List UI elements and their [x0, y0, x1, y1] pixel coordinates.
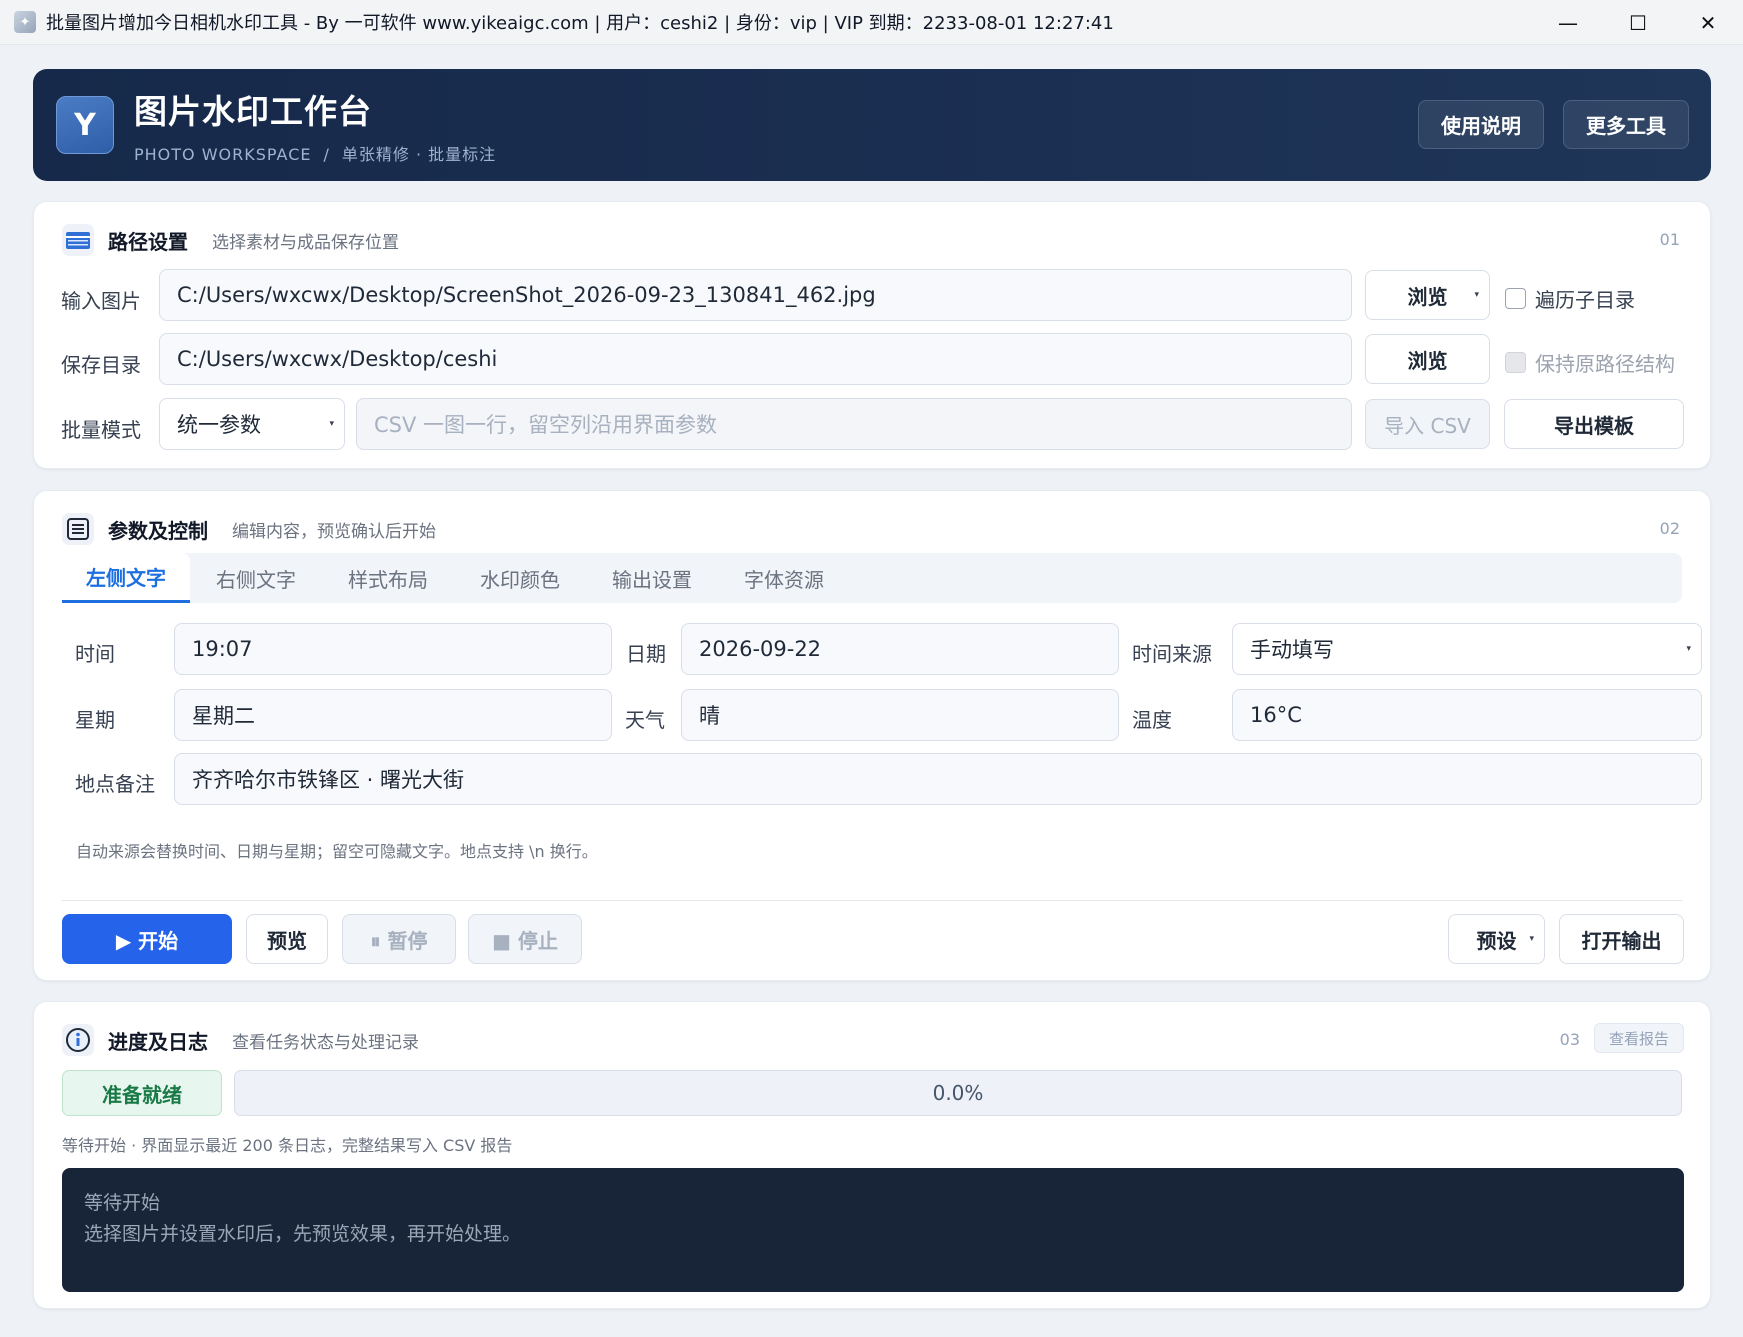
progress-bar: 0.0%	[234, 1070, 1682, 1116]
temperature-field[interactable]: 16°C	[1232, 689, 1702, 741]
temperature-label: 温度	[1132, 708, 1172, 732]
location-field[interactable]: 齐齐哈尔市铁锋区 · 曙光大街	[174, 753, 1702, 805]
time-source-select[interactable]: 手动填写 ▾	[1232, 623, 1702, 675]
traverse-subdirs-label: 遍历子目录	[1535, 288, 1635, 312]
traverse-subdirs-checkbox[interactable]: 遍历子目录	[1505, 284, 1635, 313]
chevron-down-icon: ▾	[1529, 934, 1534, 944]
chevron-down-icon: ▾	[1686, 644, 1691, 654]
window-titlebar: ✦ 批量图片增加今日相机水印工具 - By 一可软件 www.yikeaigc.…	[0, 0, 1743, 45]
import-csv-button[interactable]: 导入 CSV	[1365, 399, 1490, 449]
logo: Y	[56, 96, 114, 154]
date-field[interactable]: 2026-09-22	[681, 623, 1119, 675]
section-desc: 选择素材与成品保存位置	[212, 232, 399, 253]
params-header: 参数及控制 编辑内容，预览确认后开始	[62, 513, 436, 545]
info-icon	[62, 1024, 94, 1056]
section-desc: 查看任务状态与处理记录	[232, 1032, 419, 1053]
date-label: 日期	[626, 642, 666, 666]
section-title: 参数及控制	[108, 518, 208, 543]
subtitle-en: PHOTO WORKSPACE	[134, 145, 312, 164]
progress-text: 0.0%	[932, 1081, 984, 1105]
weekday-label: 星期	[75, 708, 115, 732]
maximize-button[interactable]: ☐	[1603, 0, 1673, 45]
status-badge: 准备就绪	[62, 1070, 222, 1116]
batch-mode-label: 批量模式	[61, 418, 141, 442]
app-icon: ✦	[14, 11, 36, 33]
path-settings-header: 路径设置 选择素材与成品保存位置	[62, 224, 399, 256]
chevron-down-icon: ▾	[1474, 290, 1479, 300]
open-output-button[interactable]: 打开输出	[1559, 914, 1684, 964]
save-dir-field[interactable]: C:/Users/wxcwx/Desktop/ceshi	[159, 333, 1352, 385]
tab-style-layout[interactable]: 样式布局	[322, 553, 454, 603]
browse-input-button[interactable]: 浏览 ▾	[1365, 270, 1490, 320]
page-title: 图片水印工作台	[134, 92, 372, 131]
window-title: 批量图片增加今日相机水印工具 - By 一可软件 www.yikeaigc.co…	[46, 13, 1114, 34]
page-subtitle: PHOTO WORKSPACE / 单张精修 · 批量标注	[134, 141, 496, 165]
checkbox-box	[1505, 352, 1526, 373]
minimize-button[interactable]: —	[1533, 0, 1603, 45]
preview-button[interactable]: 预览	[246, 914, 328, 964]
weather-field[interactable]: 晴	[681, 689, 1119, 741]
start-button[interactable]: ▶ 开始	[62, 914, 232, 964]
time-source-label: 时间来源	[1132, 642, 1212, 666]
section-number: 02	[1659, 519, 1680, 538]
log-note: 等待开始 · 界面显示最近 200 条日志，完整结果写入 CSV 报告	[62, 1136, 513, 1155]
divider	[62, 900, 1682, 901]
tab-output-settings[interactable]: 输出设置	[586, 553, 718, 603]
log-line: 选择图片并设置水印后，先预览效果，再开始处理。	[84, 1223, 522, 1245]
params-control-card: 参数及控制 编辑内容，预览确认后开始 02 左侧文字 右侧文字 样式布局 水印颜…	[33, 490, 1711, 981]
presets-button[interactable]: 预设 ▾	[1448, 914, 1545, 964]
path-settings-card: 路径设置 选择素材与成品保存位置 01 输入图片 C:/Users/wxcwx/…	[33, 201, 1711, 469]
tab-left-text[interactable]: 左侧文字	[62, 553, 190, 603]
section-title: 进度及日志	[108, 1029, 208, 1054]
input-image-field[interactable]: C:/Users/wxcwx/Desktop/ScreenShot_2026-0…	[159, 269, 1352, 321]
presets-label: 预设	[1476, 928, 1517, 953]
param-tabs: 左侧文字 右侧文字 样式布局 水印颜色 输出设置 字体资源	[62, 553, 1682, 603]
folder-icon	[62, 224, 94, 256]
batch-mode-value: 统一参数	[177, 413, 261, 437]
weekday-field[interactable]: 星期二	[174, 689, 612, 741]
location-label: 地点备注	[75, 772, 155, 796]
chevron-down-icon: ▾	[329, 419, 334, 429]
tab-font-resources[interactable]: 字体资源	[718, 553, 850, 603]
window-controls: — ☐ ✕	[1533, 0, 1743, 45]
header-actions: 使用说明 更多工具	[1418, 100, 1689, 149]
header-banner: Y 图片水印工作台 PHOTO WORKSPACE / 单张精修 · 批量标注 使用…	[33, 69, 1711, 181]
close-button[interactable]: ✕	[1673, 0, 1743, 45]
params-hint: 自动来源会替换时间、日期与星期；留空可隐藏文字。地点支持 \n 换行。	[76, 842, 598, 861]
subtitle-items: 单张精修 · 批量标注	[341, 145, 497, 164]
progress-header: 进度及日志 查看任务状态与处理记录	[62, 1024, 419, 1056]
log-output[interactable]: 等待开始 选择图片并设置水印后，先预览效果，再开始处理。	[62, 1168, 1684, 1292]
header-text: 图片水印工作台 PHOTO WORKSPACE / 单张精修 · 批量标注	[134, 85, 496, 165]
view-report-button[interactable]: 查看报告	[1593, 1023, 1684, 1053]
time-source-value: 手动填写	[1250, 638, 1334, 662]
input-image-label: 输入图片	[61, 289, 141, 313]
section-number: 03	[1559, 1030, 1580, 1049]
more-tools-button[interactable]: 更多工具	[1563, 100, 1689, 149]
csv-path-field[interactable]: CSV 一图一行，留空列沿用界面参数	[356, 398, 1352, 450]
subtitle-separator: /	[323, 145, 330, 164]
time-field[interactable]: 19:07	[174, 623, 612, 675]
section-title: 路径设置	[108, 229, 188, 254]
batch-mode-select[interactable]: 统一参数 ▾	[159, 398, 345, 450]
keep-structure-checkbox[interactable]: 保持原路径结构	[1505, 348, 1675, 377]
help-button[interactable]: 使用说明	[1418, 100, 1544, 149]
weather-label: 天气	[625, 708, 665, 732]
progress-log-card: 进度及日志 查看任务状态与处理记录 03 查看报告 准备就绪 0.0% 等待开始…	[33, 1001, 1711, 1309]
keep-structure-label: 保持原路径结构	[1535, 352, 1675, 376]
browse-save-button[interactable]: 浏览	[1365, 334, 1490, 384]
section-number: 01	[1659, 230, 1680, 249]
pause-button[interactable]: ⏸ 暂停	[342, 914, 456, 964]
checkbox-box	[1505, 288, 1526, 309]
list-icon	[62, 513, 94, 545]
tab-watermark-color[interactable]: 水印颜色	[454, 553, 586, 603]
tab-right-text[interactable]: 右侧文字	[190, 553, 322, 603]
browse-input-label: 浏览	[1407, 284, 1448, 309]
section-desc: 编辑内容，预览确认后开始	[232, 521, 436, 542]
save-dir-label: 保存目录	[61, 353, 141, 377]
time-label: 时间	[75, 642, 115, 666]
stop-button[interactable]: ■ 停止	[468, 914, 582, 964]
export-template-button[interactable]: 导出模板	[1504, 399, 1684, 449]
log-line: 等待开始	[84, 1192, 161, 1214]
